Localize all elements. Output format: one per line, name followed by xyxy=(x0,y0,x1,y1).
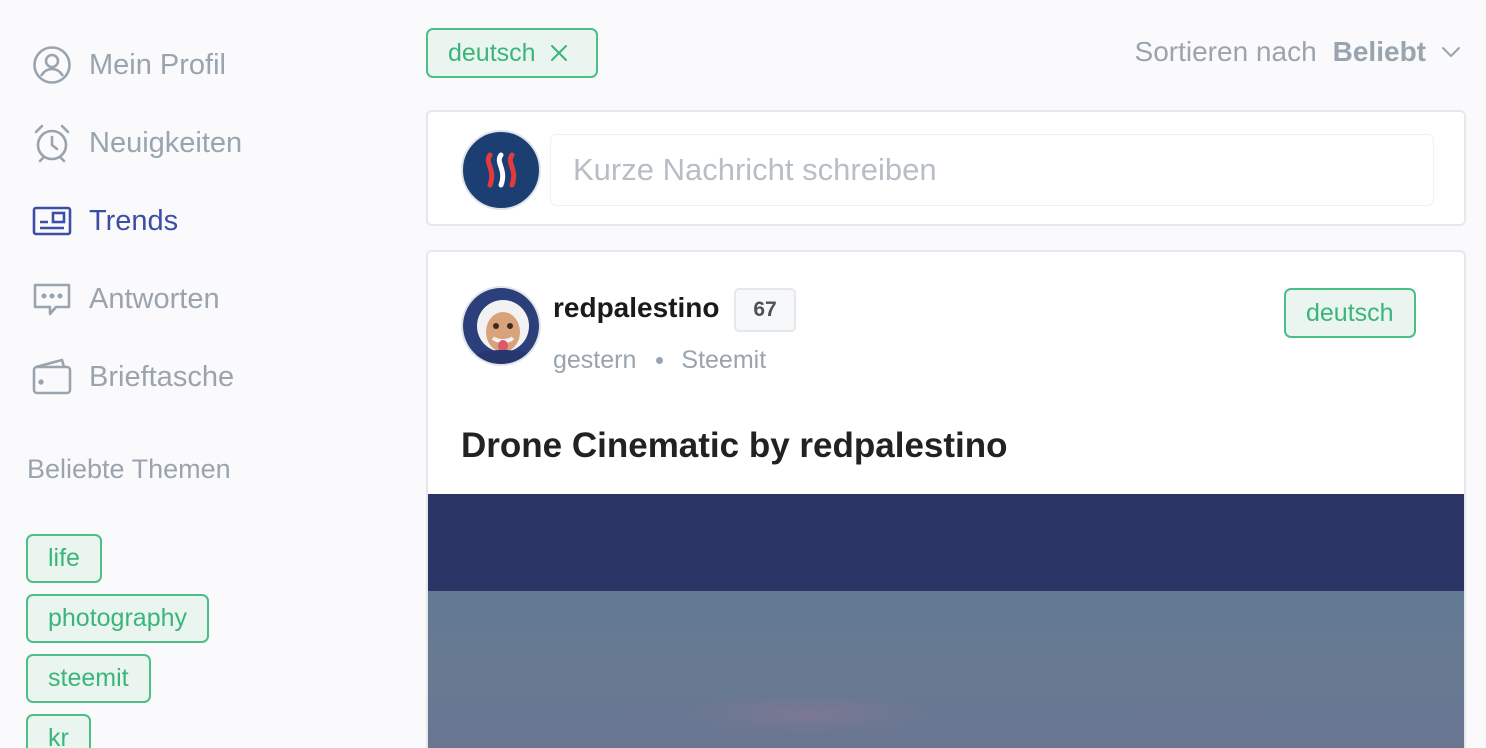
post-image[interactable] xyxy=(428,494,1464,748)
user-circle-icon xyxy=(30,43,74,87)
post-tag[interactable]: deutsch xyxy=(1284,288,1416,338)
author-name[interactable]: redpalestino xyxy=(553,292,719,324)
image-haze xyxy=(688,694,928,734)
image-landscape xyxy=(428,591,1464,748)
sort-dropdown[interactable]: Sortieren nach Beliebt xyxy=(1135,34,1462,70)
sidebar-item-label: Mein Profil xyxy=(89,48,226,81)
sort-value: Beliebt xyxy=(1332,36,1426,67)
avatar[interactable] xyxy=(461,130,541,210)
filter-tag-label: deutsch xyxy=(448,38,536,67)
author-avatar-image xyxy=(463,288,539,364)
active-filter-tag[interactable]: deutsch xyxy=(426,28,598,78)
topic-tag[interactable]: photography xyxy=(26,594,210,643)
topic-tag[interactable]: kr xyxy=(26,714,91,748)
chevron-down-icon xyxy=(1442,47,1460,57)
separator-dot xyxy=(656,356,664,364)
avatar[interactable] xyxy=(461,286,541,366)
post-title[interactable]: Drone Cinematic by redpalestino xyxy=(461,426,1008,466)
sidebar-item-replies[interactable]: Antworten xyxy=(30,277,220,321)
sidebar-item-label: Antworten xyxy=(89,282,220,315)
reputation-badge: 67 xyxy=(734,288,796,332)
page: Mein Profil Neuigkeiten Trends Antworten… xyxy=(0,0,1486,748)
topics-heading: Beliebte Themen xyxy=(27,454,231,484)
wallet-icon xyxy=(30,355,74,399)
sidebar: Mein Profil Neuigkeiten Trends Antworten… xyxy=(0,0,400,748)
alarm-clock-icon xyxy=(30,121,74,165)
short-message-input[interactable]: Kurze Nachricht schreiben xyxy=(550,134,1434,206)
post-card: redpalestino 67 gestern Steemit deutsch … xyxy=(426,250,1466,748)
close-icon[interactable] xyxy=(550,44,568,62)
sidebar-item-label: Brieftasche xyxy=(89,360,235,393)
chat-bubble-icon xyxy=(30,277,74,321)
sidebar-item-news[interactable]: Neuigkeiten xyxy=(30,121,242,165)
post-time[interactable]: gestern xyxy=(553,346,636,375)
steem-logo-icon xyxy=(485,152,517,188)
sidebar-item-label: Trends xyxy=(89,204,179,237)
post-meta: gestern Steemit xyxy=(553,344,766,376)
sort-label: Sortieren nach xyxy=(1134,36,1317,67)
composer: Kurze Nachricht schreiben xyxy=(426,110,1466,226)
trends-icon xyxy=(30,199,74,243)
sidebar-item-label: Neuigkeiten xyxy=(89,126,243,159)
sidebar-item-profile[interactable]: Mein Profil xyxy=(30,43,226,87)
image-sky xyxy=(428,494,1464,591)
post-app: Steemit xyxy=(681,345,767,374)
sidebar-item-wallet[interactable]: Brieftasche xyxy=(30,355,234,399)
topic-tag[interactable]: life xyxy=(26,534,102,583)
sidebar-item-trends[interactable]: Trends xyxy=(30,199,178,243)
topic-tag[interactable]: steemit xyxy=(26,654,151,703)
